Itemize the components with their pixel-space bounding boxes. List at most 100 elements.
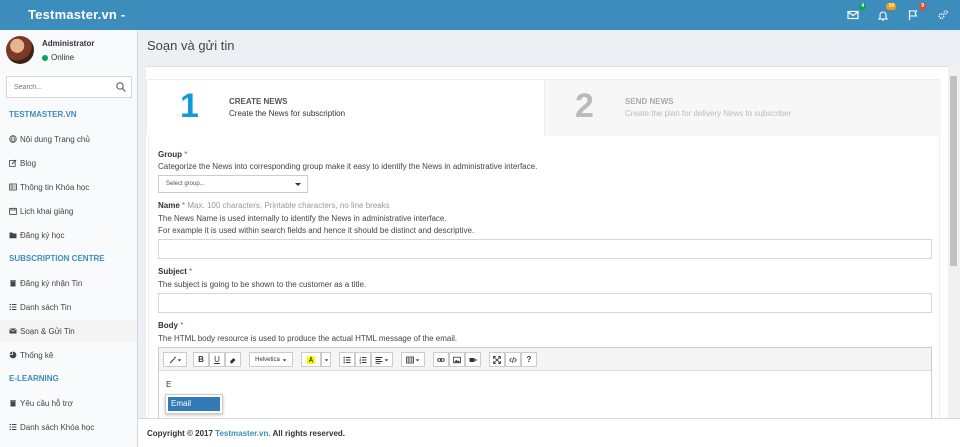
unordered-list-button[interactable] xyxy=(339,352,355,367)
style-button[interactable] xyxy=(163,352,187,367)
autocomplete-dropdown: Email xyxy=(165,394,223,414)
font-color-button[interactable] xyxy=(301,352,321,367)
sidebar-item-label: Yêu cầu hỗ trợ xyxy=(20,398,73,408)
search-icon[interactable] xyxy=(115,81,127,93)
caret-down-icon xyxy=(324,358,328,361)
caret-down-icon xyxy=(177,358,181,361)
tasks-badge: 9 xyxy=(919,3,926,10)
sidebar-item-course-info[interactable]: Thông tin Khóa học xyxy=(0,176,137,198)
list-ul-icon xyxy=(343,356,351,363)
sidebar-item-label: Soạn & Gửi Tin xyxy=(20,326,75,336)
globe-icon xyxy=(9,135,17,143)
list-icon xyxy=(9,423,17,431)
footer-link[interactable]: Testmaster.vn. xyxy=(215,429,270,438)
sidebar-item-label: Danh sách Khóa học xyxy=(20,422,95,432)
top-icons: 4 10 9 xyxy=(846,3,950,22)
notifications-badge: 10 xyxy=(886,3,896,10)
sidebar-item-schedule[interactable]: Lịch khai giảng xyxy=(0,200,137,222)
page-title: Soạn và gửi tin xyxy=(147,38,235,53)
caret-down-icon xyxy=(384,358,389,361)
gears-icon[interactable] xyxy=(936,8,950,22)
eraser-icon xyxy=(230,357,236,363)
sidebar-item-homepage-content[interactable]: Nội dung Trang chủ xyxy=(0,128,137,150)
list-ol-icon xyxy=(359,356,367,364)
sidebar-item-label: Nội dung Trang chủ xyxy=(20,134,90,144)
underline-button[interactable]: U xyxy=(209,352,225,367)
font-name-button[interactable]: Helvetica xyxy=(249,352,293,367)
underline-icon: U xyxy=(214,355,220,364)
group-label-text: Group xyxy=(158,150,182,159)
sidebar-item-course-list[interactable]: Danh sách Khóa học xyxy=(0,416,137,438)
sidebar-item-label: Đăng ký nhận Tin xyxy=(20,278,83,288)
sidebar-item-statistics[interactable]: Thống kê xyxy=(0,344,137,366)
online-status-icon xyxy=(42,54,48,61)
step-description: Create the News for subscription xyxy=(229,109,346,118)
sidebar-item-subscribe[interactable]: Đăng ký nhận Tin xyxy=(0,272,137,294)
caret-down-icon xyxy=(282,358,287,361)
caret-down-icon xyxy=(295,183,301,186)
sidebar-item-label: Lịch khai giảng xyxy=(20,206,74,216)
group-select[interactable]: Select group... xyxy=(158,175,308,193)
name-field[interactable] xyxy=(158,239,932,259)
link-icon xyxy=(437,357,445,362)
autocomplete-option[interactable]: Email xyxy=(168,397,220,411)
sidebar-item-support-request[interactable]: Yêu cầu hỗ trợ xyxy=(0,392,137,414)
fullscreen-icon xyxy=(493,355,501,364)
sidebar-item-label: Đăng ký học xyxy=(20,230,65,240)
calendar-icon xyxy=(9,207,17,215)
wizard-step-create[interactable]: 1 CREATE NEWS Create the News for subscr… xyxy=(147,80,544,136)
brand-logo[interactable]: Testmaster.vn - xyxy=(28,7,125,22)
scrollbar-thumb[interactable] xyxy=(950,76,957,266)
ordered-list-button[interactable] xyxy=(355,352,371,367)
name-label: Name * Max. 100 characters, Printable ch… xyxy=(158,201,390,210)
group-select-value: Select group... xyxy=(166,181,205,187)
picture-icon xyxy=(453,356,461,363)
name-label-text: Name xyxy=(158,201,180,210)
top-navbar: Testmaster.vn - 4 10 9 xyxy=(0,0,960,30)
bell-icon[interactable]: 10 xyxy=(876,3,896,22)
subject-label: Subject * xyxy=(158,267,192,276)
sidebar-item-news-list[interactable]: Danh sách Tin xyxy=(0,296,137,318)
help-button[interactable]: ? xyxy=(521,352,537,367)
step-number: 2 xyxy=(575,87,594,125)
bold-button[interactable]: B xyxy=(193,352,209,367)
table-button[interactable] xyxy=(401,352,425,367)
envelope-icon[interactable]: 4 xyxy=(846,3,866,22)
search-input[interactable] xyxy=(7,77,107,97)
codeview-button[interactable] xyxy=(505,352,521,367)
content-scrollbar[interactable] xyxy=(948,66,960,418)
clear-format-button[interactable] xyxy=(225,352,241,367)
flag-icon[interactable]: 9 xyxy=(906,3,926,22)
editor-content[interactable]: E xyxy=(166,380,171,389)
user-status: Online xyxy=(42,53,74,62)
step-description: Create the plan for delivery News to sub… xyxy=(625,109,792,118)
step-title: SEND NEWS xyxy=(625,97,674,106)
video-button[interactable] xyxy=(465,352,481,367)
pie-chart-icon xyxy=(9,351,17,359)
font-name-label: Helvetica xyxy=(255,356,280,363)
picture-button[interactable] xyxy=(449,352,465,367)
sidebar-item-label: Danh sách Tin xyxy=(20,302,72,312)
copyright-prefix: Copyright © 2017 xyxy=(147,429,213,438)
paragraph-align-button[interactable] xyxy=(371,352,393,367)
code-icon xyxy=(509,356,517,363)
news-wizard-box: 1 CREATE NEWS Create the News for subscr… xyxy=(146,66,958,418)
required-mark: * xyxy=(182,201,186,210)
sidebar: Administrator Online TESTMASTER.VN Nội d… xyxy=(0,30,138,447)
body-editor: B U Helvetica ? E Email xyxy=(158,347,932,418)
subject-field[interactable] xyxy=(158,293,932,313)
fullscreen-button[interactable] xyxy=(489,352,505,367)
sidebar-item-compose-send[interactable]: Soạn & Gửi Tin xyxy=(0,320,137,342)
name-help-2: For example it is used within search fie… xyxy=(158,226,475,235)
nav-header-testmaster: TESTMASTER.VN xyxy=(9,110,77,119)
sidebar-item-blog[interactable]: Blog xyxy=(0,152,137,174)
wizard-step-send[interactable]: 2 SEND NEWS Create the plan for delivery… xyxy=(544,80,941,136)
body-label-text: Body xyxy=(158,321,178,330)
user-panel: Administrator Online xyxy=(6,36,132,72)
font-color-dropdown[interactable] xyxy=(321,352,331,367)
sidebar-item-enrollment[interactable]: Đăng ký học xyxy=(0,224,137,246)
caret-down-icon xyxy=(415,358,420,361)
align-left-icon xyxy=(375,356,383,364)
link-button[interactable] xyxy=(433,352,449,367)
messages-badge: 4 xyxy=(859,3,866,10)
